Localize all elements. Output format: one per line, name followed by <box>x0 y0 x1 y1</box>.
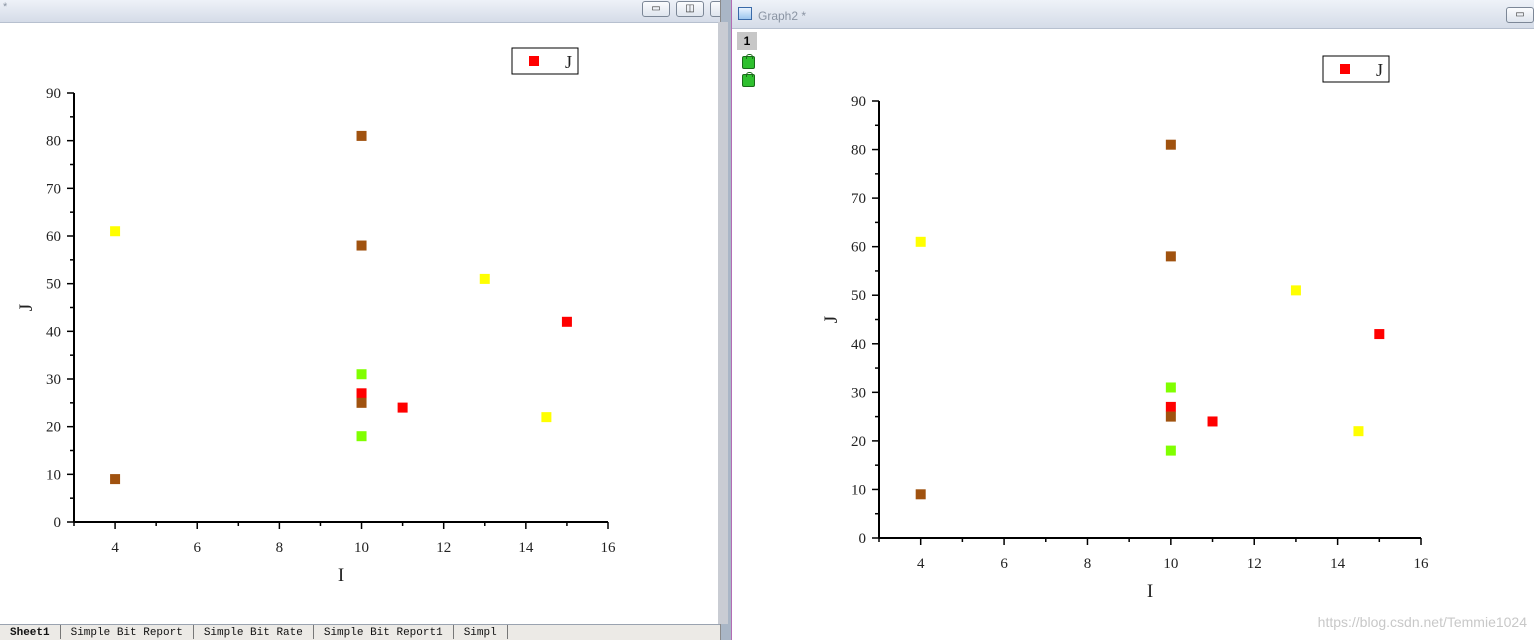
scatter-point <box>356 240 367 251</box>
y-tick-label: 30 <box>851 385 866 401</box>
legend-label: J <box>1376 60 1383 80</box>
x-tick-label: 4 <box>917 556 925 572</box>
x-tick-label: 12 <box>1247 556 1262 572</box>
x-axis-label: I <box>1147 581 1153 602</box>
y-tick-label: 20 <box>851 434 866 450</box>
y-tick-label: 90 <box>46 86 61 102</box>
vertical-scrollbar[interactable] <box>718 22 728 624</box>
scatter-point <box>397 402 408 413</box>
legend-label: J <box>565 52 572 72</box>
x-tick-label: 16 <box>601 540 617 556</box>
y-tick-label: 40 <box>851 337 866 353</box>
tab-simpl[interactable]: Simpl <box>454 625 508 639</box>
restore-icon: ◫ <box>685 3 695 14</box>
scatter-point <box>1290 285 1301 296</box>
scatter-point <box>356 369 367 380</box>
scatter-point <box>1165 251 1176 262</box>
minimize-button[interactable]: ▭ <box>642 1 670 17</box>
y-tick-label: 70 <box>851 191 866 207</box>
left-graph-window[interactable]: * ▭ ◫ ✕ 4 6 8 10 12 14 16 0 10 20 30 40 50 60 70 80 90 I J… <box>0 0 721 640</box>
scatter-point <box>1374 329 1385 340</box>
scatter-chart-right[interactable]: 4 6 8 10 12 14 16 0 10 20 30 40 50 60 70 80 90 I J J <box>732 28 1534 640</box>
legend: J <box>511 47 579 75</box>
scatter-point <box>1165 411 1176 422</box>
left-window-title: * <box>3 1 8 13</box>
tab-sheet1[interactable]: Sheet1 <box>0 625 61 639</box>
y-tick-label: 40 <box>46 324 61 340</box>
scatter-point <box>1165 139 1176 150</box>
close-icon: ✕ <box>711 2 721 16</box>
scatter-point <box>1207 416 1218 427</box>
scatter-point <box>541 412 552 423</box>
legend: J <box>1322 55 1390 83</box>
minimize-icon: ▭ <box>1515 9 1525 20</box>
minimize-icon: ▭ <box>651 3 661 14</box>
x-tick-label: 12 <box>436 540 451 556</box>
scatter-point <box>356 397 367 408</box>
x-tick-label: 8 <box>276 540 284 556</box>
scatter-point <box>915 489 926 500</box>
y-tick-label: 50 <box>851 288 866 304</box>
scatter-point <box>356 431 367 442</box>
y-tick-label: 10 <box>46 467 61 483</box>
x-tick-label: 16 <box>1414 556 1430 572</box>
y-tick-label: 30 <box>46 372 61 388</box>
right-graph-window[interactable]: Graph2 * ▭ 1 4 6 8 10 12 14 16 0 10 20 30 40 50 60 70 8… <box>731 0 1534 640</box>
scatter-chart-left[interactable]: 4 6 8 10 12 14 16 0 10 20 30 40 50 60 70 80 90 I J J <box>0 22 718 624</box>
close-button[interactable]: ✕ <box>710 1 721 17</box>
y-tick-label: 90 <box>851 94 866 110</box>
scatter-point <box>110 226 121 237</box>
y-tick-label: 0 <box>54 515 62 531</box>
x-tick-label: 8 <box>1084 556 1092 572</box>
x-tick-label: 10 <box>354 540 369 556</box>
right-window-title: Graph2 * <box>758 9 807 23</box>
scatter-point <box>110 474 121 485</box>
y-tick-label: 80 <box>46 134 61 150</box>
tab-simple-bit-report1[interactable]: Simple Bit Report1 <box>314 625 454 639</box>
scatter-point <box>479 273 490 284</box>
x-axis-label: I <box>338 565 344 586</box>
legend-marker <box>529 56 539 66</box>
right-window-titlebar[interactable]: Graph2 * ▭ <box>732 0 1534 29</box>
scatter-point <box>561 316 572 327</box>
y-tick-label: 20 <box>46 420 61 436</box>
watermark-text: https://blog.csdn.net/Temmie1024 <box>1317 614 1527 630</box>
right-minimize-button[interactable]: ▭ <box>1506 7 1534 23</box>
sheet-tab-bar: Sheet1 Simple Bit Report Simple Bit Rate Si… <box>0 624 720 640</box>
scatter-point <box>356 130 367 141</box>
y-tick-label: 10 <box>851 482 866 498</box>
scatter-point <box>915 236 926 247</box>
y-tick-label: 70 <box>46 181 61 197</box>
x-tick-label: 4 <box>111 540 119 556</box>
scatter-point <box>1165 401 1176 412</box>
y-tick-label: 60 <box>46 229 61 245</box>
y-axis-label: J <box>16 304 37 311</box>
scatter-point <box>1353 426 1364 437</box>
scatter-point <box>1165 382 1176 393</box>
scatter-point <box>356 388 367 399</box>
y-tick-label: 60 <box>851 240 866 256</box>
restore-button[interactable]: ◫ <box>676 1 704 17</box>
y-tick-label: 0 <box>859 531 867 547</box>
x-tick-label: 6 <box>193 540 201 556</box>
y-tick-label: 80 <box>851 143 866 159</box>
x-tick-label: 14 <box>1330 556 1346 572</box>
tab-simple-bit-report[interactable]: Simple Bit Report <box>61 625 194 639</box>
x-tick-label: 6 <box>1000 556 1008 572</box>
left-window-titlebar[interactable]: * ▭ ◫ ✕ <box>0 0 720 23</box>
x-tick-label: 14 <box>518 540 534 556</box>
tab-simple-bit-rate[interactable]: Simple Bit Rate <box>194 625 314 639</box>
graph-icon <box>738 7 752 20</box>
scatter-point <box>1165 445 1176 456</box>
x-tick-label: 10 <box>1163 556 1178 572</box>
legend-marker <box>1340 64 1350 74</box>
y-axis-label: J <box>821 316 842 323</box>
y-tick-label: 50 <box>46 277 61 293</box>
